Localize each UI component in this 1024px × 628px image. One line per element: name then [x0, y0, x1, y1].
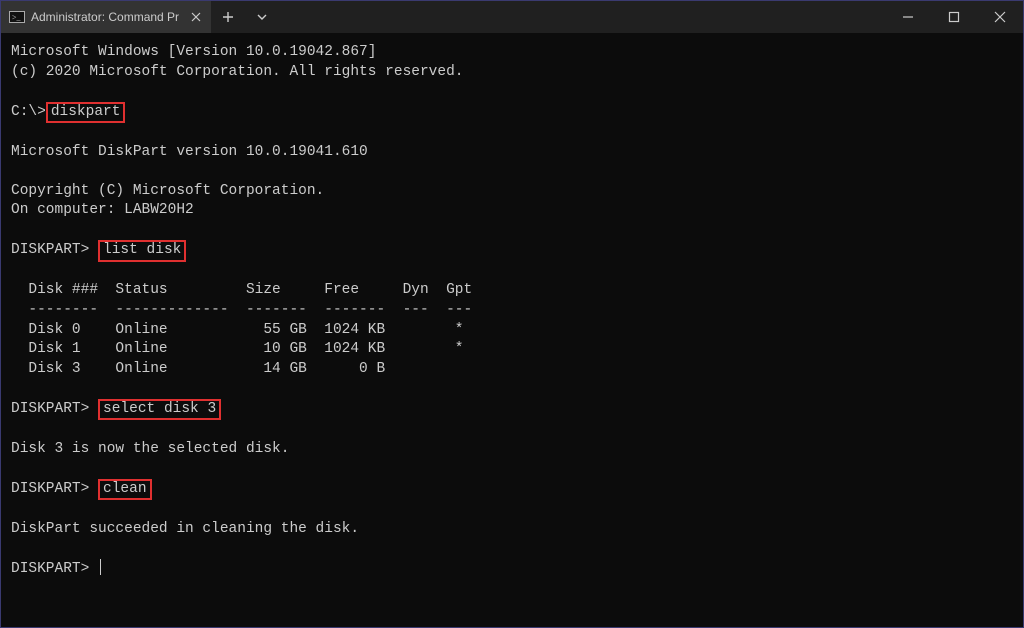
cursor [100, 559, 101, 575]
maximize-button[interactable] [931, 1, 977, 33]
cmd-list-disk: list disk [98, 240, 186, 261]
disk-row-1: Disk 1 Online 10 GB 1024 KB * [11, 341, 463, 357]
tab-close-icon[interactable] [189, 9, 203, 25]
prompt-dp-1: DISKPART> [11, 242, 89, 258]
prompt-dp-2: DISKPART> [11, 401, 89, 417]
titlebar: >_ Administrator: Command Prompt [1, 1, 1023, 33]
diskpart-computer: On computer: LABW20H2 [11, 202, 194, 218]
window-close-button[interactable] [977, 1, 1023, 33]
selected-msg: Disk 3 is now the selected disk. [11, 441, 289, 457]
terminal-window: >_ Administrator: Command Prompt Microso… [0, 0, 1024, 628]
os-version-line: Microsoft Windows [Version 10.0.19042.86… [11, 44, 376, 60]
titlebar-drag-area[interactable] [279, 1, 885, 33]
clean-msg: DiskPart succeeded in cleaning the disk. [11, 521, 359, 537]
cmd-clean: clean [98, 479, 152, 500]
minimize-button[interactable] [885, 1, 931, 33]
diskpart-copyright: Copyright (C) Microsoft Corporation. [11, 183, 324, 199]
disk-table-header: Disk ### Status Size Free Dyn Gpt [11, 282, 472, 298]
svg-text:>_: >_ [12, 13, 22, 22]
disk-row-2: Disk 3 Online 14 GB 0 B [11, 361, 385, 377]
prompt-dp-4: DISKPART> [11, 561, 89, 577]
prompt-c: C:\> [11, 104, 46, 120]
terminal-content[interactable]: Microsoft Windows [Version 10.0.19042.86… [1, 33, 1023, 627]
tab-cmd[interactable]: >_ Administrator: Command Prompt [1, 1, 211, 33]
cmd-select-disk: select disk 3 [98, 399, 221, 420]
cmd-icon: >_ [9, 9, 25, 25]
new-tab-button[interactable] [211, 1, 245, 33]
disk-row-0: Disk 0 Online 55 GB 1024 KB * [11, 322, 463, 338]
tab-dropdown-button[interactable] [245, 1, 279, 33]
copyright-line: (c) 2020 Microsoft Corporation. All righ… [11, 64, 463, 80]
disk-table-divider: -------- ------------- ------- ------- -… [11, 302, 472, 318]
prompt-dp-3: DISKPART> [11, 481, 89, 497]
tab-title: Administrator: Command Prompt [31, 10, 179, 24]
cmd-diskpart: diskpart [46, 102, 126, 123]
diskpart-version: Microsoft DiskPart version 10.0.19041.61… [11, 144, 368, 160]
